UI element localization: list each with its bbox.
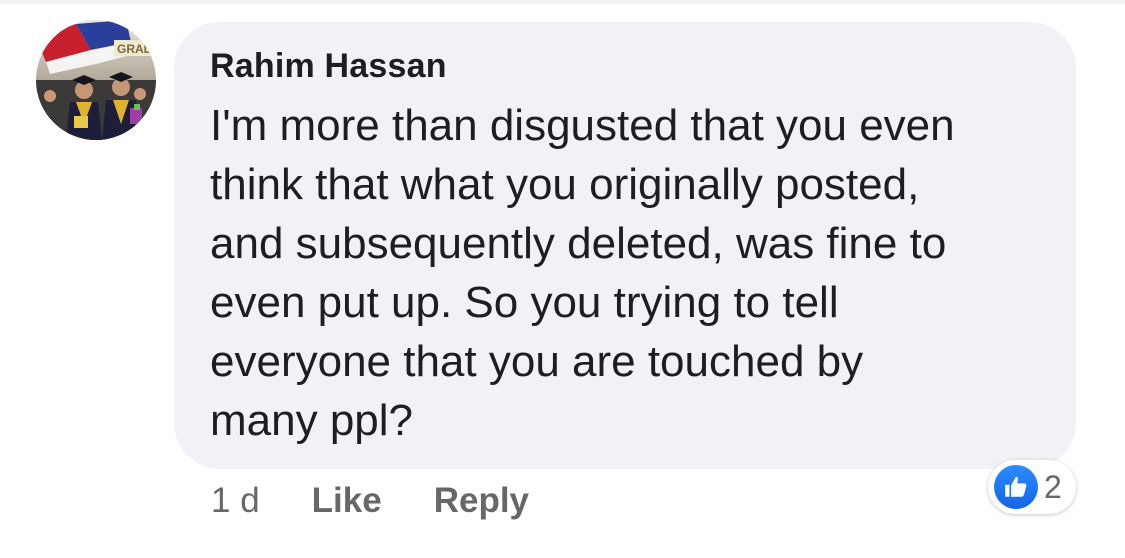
avatar[interactable]: GRAD xyxy=(36,20,156,140)
top-divider xyxy=(0,0,1125,4)
reaction-count: 2 xyxy=(1044,468,1062,505)
reply-button[interactable]: Reply xyxy=(434,481,529,521)
comment-actions: 1 d Like Reply xyxy=(211,478,581,524)
grad-banner-text: GRAD xyxy=(117,42,153,56)
comment-bubble: Rahim Hassan I'm more than disgusted tha… xyxy=(174,22,1076,469)
comment-text: I'm more than disgusted that you even th… xyxy=(210,101,955,445)
thumbs-up-icon xyxy=(994,465,1038,509)
comment-timestamp[interactable]: 1 d xyxy=(211,481,260,521)
graduation-photo-icon: GRAD xyxy=(36,20,156,140)
like-button[interactable]: Like xyxy=(312,481,382,521)
reactions-badge[interactable]: 2 xyxy=(988,460,1076,514)
comment-author[interactable]: Rahim Hassan xyxy=(210,44,1042,88)
